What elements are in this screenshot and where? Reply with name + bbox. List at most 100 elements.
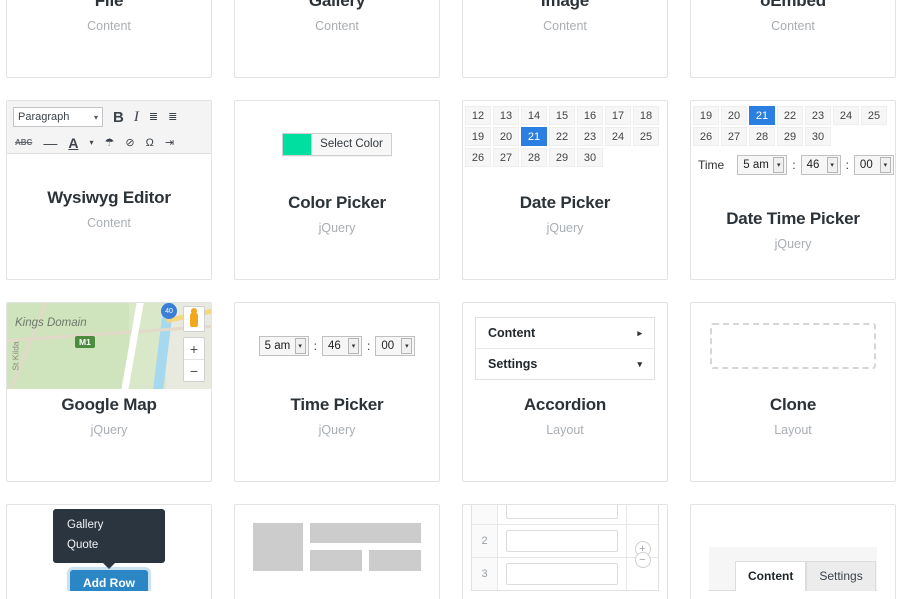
numbered-list-icon[interactable]: ≣ — [168, 111, 177, 123]
second-select[interactable]: 00 ▾ — [853, 155, 894, 175]
tab-content[interactable]: Content — [735, 561, 807, 591]
format-select[interactable]: Paragraph ▾ — [13, 107, 103, 127]
calendar-day[interactable]: 12 — [465, 106, 491, 125]
pegman-icon[interactable] — [183, 306, 205, 332]
calendar-day[interactable]: 23 — [805, 106, 831, 125]
calendar-day[interactable]: 17 — [605, 106, 631, 125]
calendar-day[interactable]: 29 — [777, 127, 803, 146]
chevron-down-icon[interactable]: ▾ — [89, 139, 93, 147]
calendar-day[interactable]: 24 — [833, 106, 859, 125]
calendar-day[interactable]: 18 — [633, 106, 659, 125]
calendar[interactable]: 12 13 14 15 16 17 18 19 20 21 22 23 24 2… — [463, 101, 667, 168]
minute-select[interactable]: 46 ▾ — [322, 336, 362, 356]
calendar-day[interactable]: 29 — [549, 148, 575, 167]
field-card-tab[interactable]: Content Settings Tab — [690, 504, 896, 599]
clear-formatting-icon[interactable]: ⊘ — [125, 137, 134, 149]
layout-menu[interactable]: Gallery Quote — [53, 509, 165, 563]
second-select[interactable]: 00 ▾ — [375, 336, 416, 356]
color-picker-preview: Select Color — [235, 101, 439, 187]
strikethrough-icon[interactable]: ABC — [15, 139, 32, 147]
accordion-item-settings[interactable]: Settings ▾ — [476, 348, 654, 379]
color-picker-wrap: Select Color — [235, 101, 439, 187]
calendar-day[interactable]: 14 — [521, 106, 547, 125]
text-color-icon[interactable]: A — [68, 136, 78, 150]
calendar-day[interactable]: 16 — [577, 106, 603, 125]
calendar-day[interactable]: 25 — [633, 127, 659, 146]
select-color-button[interactable]: Select Color — [311, 133, 391, 155]
accordion-item-content[interactable]: Content ▸ — [476, 318, 654, 348]
accordion-preview: Content ▸ Settings ▾ — [463, 303, 667, 389]
calendar-week: 26 27 28 29 30 — [464, 147, 666, 168]
field-card-wysiwyg-editor[interactable]: Paragraph ▾ B I ≣ ≣ ABC — A ▾ ☂ ⊘ Ω ⇥ Wy… — [6, 100, 212, 280]
calendar-day[interactable]: 30 — [805, 127, 831, 146]
bulleted-list-icon[interactable]: ≣ — [149, 111, 158, 123]
map-zoom-controls[interactable]: + − — [183, 337, 205, 382]
calendar-day[interactable]: 22 — [549, 127, 575, 146]
color-swatch[interactable] — [283, 133, 312, 155]
field-card-flexible-content[interactable]: Gallery Quote Add Row Flexible Content — [6, 504, 212, 599]
calendar-day[interactable]: 20 — [721, 106, 747, 125]
field-card-oembed[interactable]: oEmbed Content — [690, 0, 896, 78]
repeater-table: 2 + 3 − — [471, 505, 659, 591]
calendar[interactable]: 19 20 21 22 23 24 25 26 27 28 29 30 Time… — [691, 101, 895, 175]
add-row-button[interactable]: Add Row — [70, 570, 148, 591]
field-card-time-picker[interactable]: 5 am ▾ : 46 ▾ : 00 ▾ Time Picker jQuery — [234, 302, 440, 482]
field-card-color-picker[interactable]: Select Color Color Picker jQuery — [234, 100, 440, 280]
group-block-row — [310, 550, 421, 571]
row-number: 3 — [472, 558, 498, 590]
hour-select[interactable]: 5 am ▾ — [737, 155, 788, 175]
calendar-day[interactable]: 13 — [493, 106, 519, 125]
card-subtitle: jQuery — [546, 221, 584, 235]
calendar-day[interactable]: 30 — [577, 148, 603, 167]
calendar-day[interactable]: 23 — [577, 127, 603, 146]
calendar-day[interactable]: 25 — [861, 106, 887, 125]
calendar-day[interactable]: 26 — [465, 148, 491, 167]
field-card-repeater[interactable]: 2 + 3 − — [462, 504, 668, 599]
calendar-day[interactable]: 19 — [693, 106, 719, 125]
chevron-right-icon: ▸ — [637, 327, 642, 338]
minute-select[interactable]: 46 ▾ — [800, 155, 841, 175]
map-canvas[interactable]: Kings Domain M1 St Kilda 40 + − — [7, 303, 211, 389]
field-card-group[interactable]: Group — [234, 504, 440, 599]
field-card-image[interactable]: Image Content — [462, 0, 668, 78]
calendar-day-selected[interactable]: 21 — [749, 106, 775, 125]
field-card-file[interactable]: File Content — [6, 0, 212, 78]
bold-icon[interactable]: B — [113, 110, 124, 125]
horizontal-rule-icon[interactable]: — — [43, 136, 57, 150]
layout-menu-item-quote[interactable]: Quote — [53, 535, 165, 555]
calendar-day[interactable]: 28 — [521, 148, 547, 167]
field-card-gallery[interactable]: Gallery Content — [234, 0, 440, 78]
row-input[interactable] — [506, 563, 618, 585]
paste-icon[interactable]: ☂ — [104, 137, 114, 149]
field-card-date-picker[interactable]: 12 13 14 15 16 17 18 19 20 21 22 23 24 2… — [462, 100, 668, 280]
color-picker-control[interactable]: Select Color — [282, 132, 392, 156]
accordion-item-label: Content — [488, 326, 536, 340]
tab-settings[interactable]: Settings — [806, 561, 876, 591]
calendar-day[interactable]: 15 — [549, 106, 575, 125]
calendar-day[interactable]: 19 — [465, 127, 491, 146]
layout-menu-item-gallery[interactable]: Gallery — [53, 515, 165, 535]
zoom-out-button[interactable]: − — [184, 360, 204, 381]
calendar-day[interactable]: 27 — [493, 148, 519, 167]
calendar-day[interactable]: 24 — [605, 127, 631, 146]
table-row: 2 + — [472, 524, 658, 557]
calendar-day[interactable]: 26 — [693, 127, 719, 146]
calendar-day[interactable]: 27 — [721, 127, 747, 146]
card-subtitle: Content — [543, 19, 587, 33]
row-input[interactable] — [506, 505, 618, 519]
calendar-day[interactable]: 22 — [777, 106, 803, 125]
calendar-day[interactable]: 20 — [493, 127, 519, 146]
hour-select[interactable]: 5 am ▾ — [258, 336, 309, 356]
indent-icon[interactable]: ⇥ — [165, 137, 174, 149]
italic-icon[interactable]: I — [134, 109, 139, 125]
row-input[interactable] — [506, 530, 618, 552]
special-character-icon[interactable]: Ω — [146, 137, 154, 149]
calendar-day[interactable]: 28 — [749, 127, 775, 146]
zoom-in-button[interactable]: + — [184, 338, 204, 359]
field-card-accordion[interactable]: Content ▸ Settings ▾ Accordion Layout — [462, 302, 668, 482]
field-card-date-time-picker[interactable]: 19 20 21 22 23 24 25 26 27 28 29 30 Time… — [690, 100, 896, 280]
field-card-clone[interactable]: Clone Layout — [690, 302, 896, 482]
remove-row-button[interactable]: − — [634, 552, 651, 568]
field-card-google-map[interactable]: Kings Domain M1 St Kilda 40 + − Google M… — [6, 302, 212, 482]
calendar-day-selected[interactable]: 21 — [521, 127, 547, 146]
